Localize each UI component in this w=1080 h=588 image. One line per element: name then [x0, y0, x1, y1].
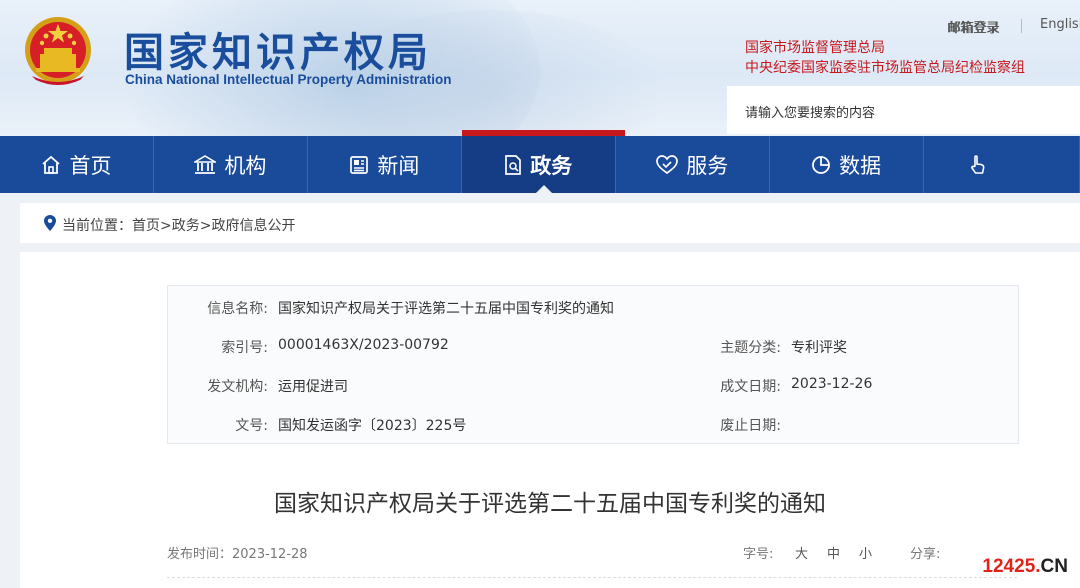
- font-large-button[interactable]: 大: [795, 543, 808, 562]
- location-pin-icon: [44, 215, 56, 231]
- font-small-button[interactable]: 小: [859, 543, 872, 562]
- publish-time: 发布时间：2023-12-28: [167, 543, 308, 562]
- info-docno-value: 国知发运函字〔2023〕225号: [278, 418, 467, 434]
- national-emblem-icon[interactable]: [22, 14, 94, 88]
- site-header: 国家知识产权局 China National Intellectual Prop…: [0, 0, 1080, 136]
- nav-label: 首页: [69, 153, 112, 178]
- font-medium-button[interactable]: 中: [827, 543, 840, 562]
- divider: [167, 577, 1017, 578]
- watermark-number: 12425: [982, 556, 1036, 577]
- info-index-label: 索引号:: [221, 340, 268, 356]
- nav-label: 机构: [224, 153, 267, 178]
- breadcrumb-prefix: 当前位置：: [62, 218, 132, 234]
- interaction-icon: [970, 154, 985, 174]
- font-size-label: 字号:: [743, 547, 774, 562]
- email-login-link[interactable]: 邮箱登录: [948, 17, 1000, 36]
- nav-item-news[interactable]: 新闻: [308, 136, 462, 193]
- article-title: 国家知识产权局关于评选第二十五届中国专利奖的通知: [274, 491, 826, 517]
- info-docno-label: 文号:: [235, 418, 268, 434]
- nav-item-home[interactable]: 首页: [0, 136, 154, 193]
- info-name-label: 信息名称:: [207, 301, 268, 317]
- info-date-label: 成文日期:: [720, 379, 781, 395]
- english-link[interactable]: English: [1040, 17, 1080, 32]
- share-label: 分享:: [910, 547, 941, 562]
- service-icon: [656, 154, 679, 174]
- main-nav: 首页 机构 新闻 政务 服务 数据: [0, 130, 1080, 193]
- info-issuer-value: 运用促进司: [278, 379, 348, 395]
- info-repeal-label: 废止日期:: [720, 418, 781, 434]
- info-date-value: 2023-12-26: [791, 376, 873, 392]
- info-topic-value: 专利评奖: [791, 340, 847, 356]
- site-logo-chinese[interactable]: 国家知识产权局: [124, 20, 432, 78]
- info-table: 信息名称: 国家知识产权局关于评选第二十五届中国专利奖的通知 索引号: 0000…: [167, 285, 1019, 444]
- affiliation-line-2[interactable]: 中央纪委国家监委驻市场监管总局纪检监察组: [745, 58, 1025, 78]
- search-input[interactable]: 请输入您要搜索的内容: [745, 102, 875, 121]
- info-name-value: 国家知识产权局关于评选第二十五届中国专利奖的通知: [278, 301, 614, 317]
- news-icon: [350, 155, 369, 174]
- nav-label: 政务: [530, 153, 573, 178]
- government-affairs-icon: [505, 154, 522, 175]
- top-links-divider: [1021, 19, 1022, 33]
- nav-item-data[interactable]: 数据: [770, 136, 924, 193]
- info-index-value: 00001463X/2023-00792: [278, 337, 449, 353]
- nav-item-government-affairs[interactable]: 政务: [461, 130, 625, 193]
- nav-label: 数据: [839, 153, 882, 178]
- nav-label: 新闻: [377, 153, 420, 178]
- nav-item-institution[interactable]: 机构: [154, 136, 308, 193]
- search-box[interactable]: 请输入您要搜索的内容: [727, 86, 1080, 134]
- breadcrumb: 当前位置：首页>政务>政府信息公开: [20, 203, 1080, 243]
- nav-item-interaction[interactable]: [924, 136, 1080, 193]
- info-issuer-label: 发文机构:: [207, 379, 268, 395]
- home-icon: [42, 155, 61, 174]
- nav-item-service[interactable]: 服务: [616, 136, 770, 193]
- data-icon: [812, 155, 831, 174]
- publish-date: 2023-12-28: [232, 547, 308, 562]
- institution-icon: [194, 154, 217, 174]
- site-logo-english[interactable]: China National Intellectual Property Adm…: [125, 72, 452, 87]
- site-watermark: 12425.CN: [982, 556, 1068, 578]
- nav-label: 服务: [686, 153, 729, 178]
- affiliation-line-1[interactable]: 国家市场监督管理总局: [745, 38, 1025, 58]
- watermark-cn: CN: [1040, 556, 1068, 577]
- breadcrumb-path[interactable]: 首页>政务>政府信息公开: [132, 218, 295, 234]
- info-topic-label: 主题分类:: [720, 340, 781, 356]
- publish-label: 发布时间：: [167, 547, 233, 562]
- breadcrumb-text: 当前位置：首页>政务>政府信息公开: [62, 215, 295, 235]
- affiliation-text: 国家市场监督管理总局 中央纪委国家监委驻市场监管总局纪检监察组: [745, 38, 1025, 78]
- content-panel: 信息名称: 国家知识产权局关于评选第二十五届中国专利奖的通知 索引号: 0000…: [20, 252, 1080, 588]
